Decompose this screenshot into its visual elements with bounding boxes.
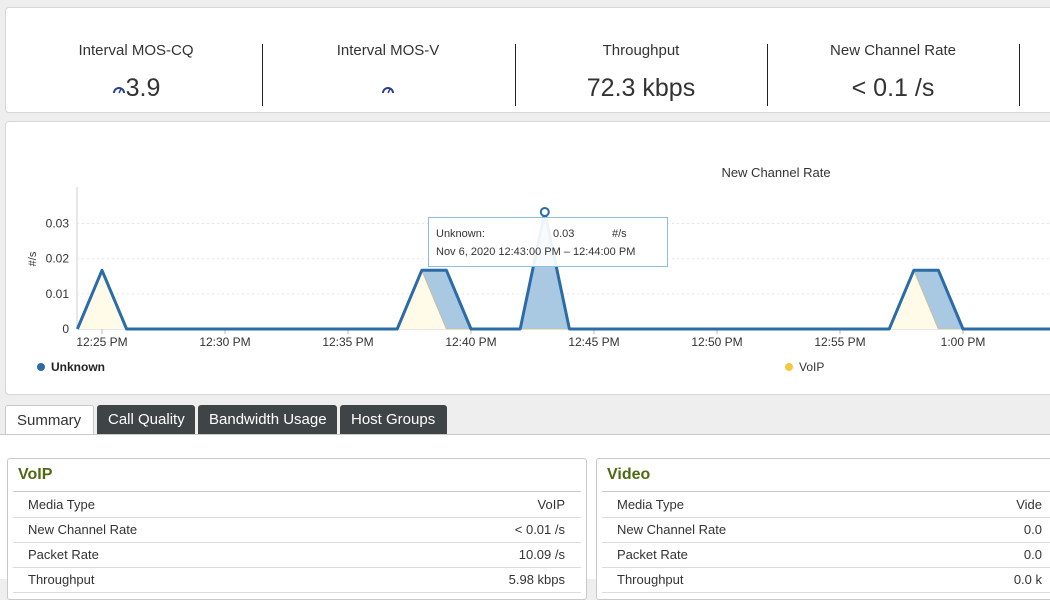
x-tick-label: 1:00 PM: [941, 335, 986, 349]
kpi-value: < 0.1 /s: [851, 74, 935, 102]
kpi-value: 3.9: [125, 74, 161, 102]
row-label: New Channel Rate: [617, 522, 727, 537]
kpi-label: Interval MOS-V: [336, 42, 440, 59]
table-row: Media Type VoIP: [13, 492, 581, 518]
table-row: Packet Rate 0.0: [602, 542, 1050, 568]
row-value: 10.09 /s: [518, 547, 565, 562]
row-value: 5.98 kbps: [508, 572, 565, 587]
row-label: New Channel Rate: [28, 522, 138, 537]
kpi-panel: Interval MOS-CQ 3.9 Interval MOS-V Throu…: [5, 7, 1050, 113]
kpi-label: Throughput: [602, 42, 680, 59]
kpi-divider: [1019, 44, 1020, 106]
y-tick-label: 0.01: [46, 287, 70, 301]
x-tick-label: 12:30 PM: [199, 335, 250, 349]
row-value: 0.0 k: [1013, 572, 1042, 587]
y-tick-label: 0.03: [46, 217, 70, 231]
row-label: Media Type: [28, 497, 95, 512]
card-title: Video: [607, 466, 651, 483]
tab-call-quality[interactable]: Call Quality: [97, 405, 195, 434]
x-tick-label: 12:45 PM: [568, 335, 619, 349]
x-tick-label: 12:40 PM: [445, 335, 496, 349]
row-label: Packet Rate: [617, 547, 688, 562]
table-row: Throughput 0.0 k: [602, 567, 1050, 593]
kpi-throughput[interactable]: Throughput 72.3 kbps: [515, 8, 767, 112]
tab-bandwidth-usage[interactable]: Bandwidth Usage: [198, 405, 337, 434]
table-row: Packet Rate 10.09 /s: [13, 542, 581, 568]
chart-panel: New Channel Rate 0 0.01 0.02 0.03 #/s 12:25 P…: [5, 121, 1050, 395]
legend-label: VoIP: [799, 360, 825, 374]
y-axis-label: #/s: [27, 251, 39, 266]
legend-dot-icon: [37, 363, 45, 371]
kpi-interval-mos-cq[interactable]: Interval MOS-CQ 3.9: [10, 8, 262, 112]
tab-summary[interactable]: Summary: [5, 405, 94, 435]
row-value: Vide: [1016, 497, 1042, 512]
card-title: VoIP: [18, 466, 53, 483]
row-value: 0.0: [1023, 547, 1042, 562]
kpi-interval-mos-v[interactable]: Interval MOS-V: [262, 8, 514, 112]
y-tick-label: 0.02: [46, 252, 70, 266]
table-row: Media Type Vide: [602, 492, 1050, 518]
video-card: Video Media Type Vide New Channel Rate 0…: [596, 458, 1050, 600]
tooltip-series: Unknown:: [436, 228, 485, 240]
x-tick-label: 12:55 PM: [814, 335, 865, 349]
kpi-value: 72.3 kbps: [586, 74, 696, 102]
kpi-label: New Channel Rate: [830, 42, 956, 59]
row-value: 0.0: [1023, 522, 1042, 537]
summary-content: VoIP Media Type VoIP New Channel Rate < …: [0, 434, 1050, 600]
x-tick-label: 12:25 PM: [76, 335, 127, 349]
chart-tooltip: Unknown: 0.03 #/s Nov 6, 2020 12:43:00 P…: [428, 217, 668, 267]
tooltip-unit: #/s: [612, 228, 627, 240]
gauge-icon: [112, 87, 125, 94]
x-tick-label: 12:35 PM: [322, 335, 373, 349]
table-row: New Channel Rate < 0.01 /s: [13, 517, 581, 543]
row-label: Throughput: [617, 572, 684, 587]
table-row: New Channel Rate 0.0: [602, 517, 1050, 543]
y-tick-label: 0: [62, 322, 69, 336]
legend-item-voip[interactable]: VoIP: [785, 360, 824, 374]
kpi-label: Interval MOS-CQ: [78, 42, 194, 59]
row-label: Media Type: [617, 497, 684, 512]
gauge-icon: [382, 87, 394, 94]
legend-label: Unknown: [51, 360, 105, 374]
row-label: Packet Rate: [28, 547, 99, 562]
row-value: VoIP: [537, 497, 565, 512]
row-label: Throughput: [28, 572, 95, 587]
tab-host-groups[interactable]: Host Groups: [340, 405, 447, 434]
row-value: < 0.01 /s: [514, 522, 565, 537]
tooltip-value: 0.03: [553, 228, 575, 240]
voip-card: VoIP Media Type VoIP New Channel Rate < …: [7, 458, 587, 600]
kpi-new-channel-rate[interactable]: New Channel Rate < 0.1 /s: [767, 8, 1019, 112]
table-row: Throughput 5.98 kbps: [13, 567, 581, 593]
x-tick-label: 12:50 PM: [691, 335, 742, 349]
hover-point-marker: [539, 206, 550, 217]
tooltip-time-range: Nov 6, 2020 12:43:00 PM – 12:44:00 PM: [436, 246, 636, 258]
legend-item-unknown[interactable]: Unknown: [37, 360, 105, 374]
legend-dot-icon: [785, 363, 793, 371]
